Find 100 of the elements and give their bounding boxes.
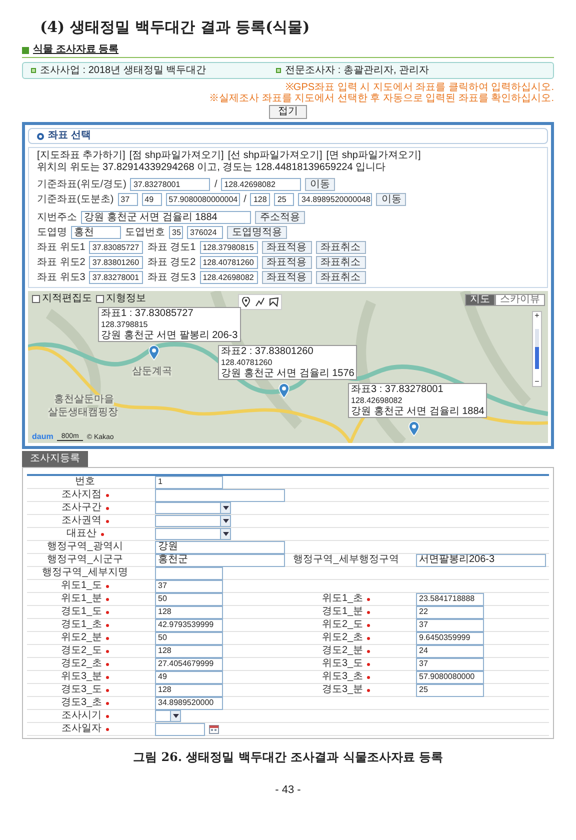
field-label: 행정구역_세부지명 xyxy=(42,568,128,578)
input-field[interactable]: 42.9793539999 xyxy=(155,618,223,632)
field-label: 경도3_초 xyxy=(60,698,102,708)
field-label: 도엽명 xyxy=(37,228,67,238)
zoom-out-button[interactable]: − xyxy=(534,378,540,386)
map-pin-icon[interactable] xyxy=(241,297,251,307)
import-link[interactable]: [면 shp파일가져오기] xyxy=(326,151,421,161)
input-field[interactable]: 37 xyxy=(155,580,223,592)
input-field[interactable]: 37.83801260 xyxy=(89,256,144,269)
input-field[interactable]: 37.83085727 xyxy=(89,241,144,254)
input-field[interactable]: 128 xyxy=(155,606,223,618)
field-label: 대표산 xyxy=(66,529,96,539)
input-field[interactable]: 49 xyxy=(142,193,162,206)
input-field[interactable]: 128 xyxy=(155,644,223,658)
field-label: 조사일자 xyxy=(62,724,102,734)
input-field[interactable]: 25 xyxy=(416,684,484,696)
dropdown[interactable] xyxy=(155,710,181,722)
callout-text: 강원 홍천군 서면 검율리 1576 xyxy=(221,368,354,379)
notice-text: ※실제조사 좌표를 지도에서 선택한 후 자동으로 입력된 좌표를 확인하십시오. xyxy=(208,93,554,104)
input-field[interactable]: 128.37980815 xyxy=(200,241,258,254)
input-field[interactable]: 9.6450359999 xyxy=(416,632,484,644)
small-button[interactable]: 이동 xyxy=(305,178,336,191)
field-label: 경도1_도 xyxy=(60,607,102,617)
input-field[interactable]: 강원 xyxy=(155,540,285,554)
small-button[interactable]: 도엽명적용 xyxy=(227,226,287,239)
map-type-toggle[interactable]: 지도 xyxy=(465,294,495,306)
input-field[interactable] xyxy=(155,722,205,736)
calendar-icon[interactable] xyxy=(209,724,219,734)
input-field[interactable]: 376024 xyxy=(187,226,223,239)
import-link[interactable]: [선 shp파일가져오기] xyxy=(228,151,322,161)
map-type-toggle[interactable]: 스카이뷰 xyxy=(495,294,545,306)
small-button[interactable]: 좌표적용 xyxy=(262,271,312,284)
field-label: / xyxy=(244,194,246,204)
small-button[interactable]: 이동 xyxy=(376,193,406,206)
field-label: 조사지점 xyxy=(62,490,102,500)
input-field[interactable]: 37 xyxy=(416,658,484,670)
input-field[interactable]: 1 xyxy=(155,476,223,488)
zoom-slider[interactable] xyxy=(535,329,539,369)
input-field[interactable]: 24 xyxy=(416,644,484,658)
info-text: 조사사업 : 2018년 생태정밀 백두대간 xyxy=(40,66,206,76)
field-label: 좌표 경도2 xyxy=(147,258,196,268)
input-field[interactable]: 128 xyxy=(250,193,270,206)
small-button[interactable]: 좌표취소 xyxy=(316,256,366,269)
input-field[interactable]: 128.42698082 xyxy=(221,178,302,191)
import-link[interactable]: [지도좌표 추가하기] xyxy=(37,151,126,161)
input-field[interactable] xyxy=(155,566,223,580)
field-label: 위도3_분 xyxy=(60,672,102,682)
input-field[interactable]: 홍천군 xyxy=(155,554,285,566)
input-field[interactable]: 128 xyxy=(155,684,223,696)
input-field[interactable]: 50 xyxy=(155,592,223,606)
form-tab[interactable]: 조사지등록 xyxy=(22,451,88,467)
small-button[interactable]: 좌표취소 xyxy=(316,241,366,254)
page-number: - 43 - xyxy=(274,785,302,796)
zoom-in-button[interactable]: + xyxy=(534,312,540,320)
input-field[interactable]: 25 xyxy=(274,193,294,206)
field-label: 번호 xyxy=(75,477,95,487)
small-button[interactable]: 좌표적용 xyxy=(262,256,312,269)
input-field[interactable]: 홍천 xyxy=(71,226,121,239)
info-text: 전문조사자 : 총괄관리자, 관리자 xyxy=(285,66,430,76)
polyline-icon[interactable] xyxy=(255,297,265,307)
input-field[interactable]: 34.8989520000048 xyxy=(298,193,372,206)
input-field[interactable]: 서면팔봉리206-3 xyxy=(416,554,546,566)
input-field[interactable]: 57.9080080000 xyxy=(416,670,484,684)
field-label: 경도3_분 xyxy=(322,685,364,695)
input-field[interactable]: 37 xyxy=(416,618,484,632)
input-field[interactable]: 49 xyxy=(155,670,223,684)
input-field[interactable]: 27.4054679999 xyxy=(155,658,223,670)
small-button[interactable]: 좌표적용 xyxy=(262,241,312,254)
field-label: 기준좌표(위도/경도) xyxy=(37,180,126,190)
map-logo: daum xyxy=(32,433,54,441)
input-field[interactable]: 37 xyxy=(118,193,138,206)
import-link[interactable]: [점 shp파일가져오기] xyxy=(129,151,224,161)
polygon-icon[interactable] xyxy=(269,297,279,307)
input-field[interactable]: 22 xyxy=(416,606,484,618)
input-field[interactable]: 50 xyxy=(155,632,223,644)
callout-text: 128.42698082 xyxy=(351,395,404,406)
collapse-button[interactable]: 접기 xyxy=(269,105,307,119)
small-button[interactable]: 주소적용 xyxy=(255,211,305,224)
input-field[interactable]: 37.83278001 xyxy=(130,178,210,191)
dropdown-arrow-icon xyxy=(220,503,230,513)
input-field[interactable]: 35 xyxy=(169,226,183,239)
checkbox[interactable] xyxy=(32,295,40,303)
input-field[interactable]: 37.83278001 xyxy=(89,271,144,284)
field-label: 위도3_초 xyxy=(322,672,364,682)
input-field[interactable]: 57.9080080000004 xyxy=(166,193,240,206)
input-field[interactable] xyxy=(155,488,285,502)
field-label: 위도2_도 xyxy=(322,620,364,630)
checkbox[interactable] xyxy=(96,295,104,303)
small-button[interactable]: 좌표취소 xyxy=(316,271,366,284)
dropdown-arrow-icon xyxy=(220,516,230,526)
input-field[interactable]: 128.42698082 xyxy=(200,271,258,284)
section-heading: (4) 생태정밀 백두대간 결과 등록(식물) xyxy=(40,20,311,35)
input-field[interactable]: 강원 홍천군 서면 검율리 1884 xyxy=(81,211,251,224)
field-label: / xyxy=(214,180,218,190)
input-field[interactable]: 128.40781260 xyxy=(200,256,258,269)
input-field[interactable]: 34.8989520000 xyxy=(155,696,223,710)
field-label: 좌표 위도3 xyxy=(37,272,86,282)
input-field[interactable]: 23.5841718888 xyxy=(416,592,484,606)
field-label: 조사구간 xyxy=(62,503,102,513)
callout-text: 좌표2 : 37.83801260 xyxy=(221,346,314,357)
